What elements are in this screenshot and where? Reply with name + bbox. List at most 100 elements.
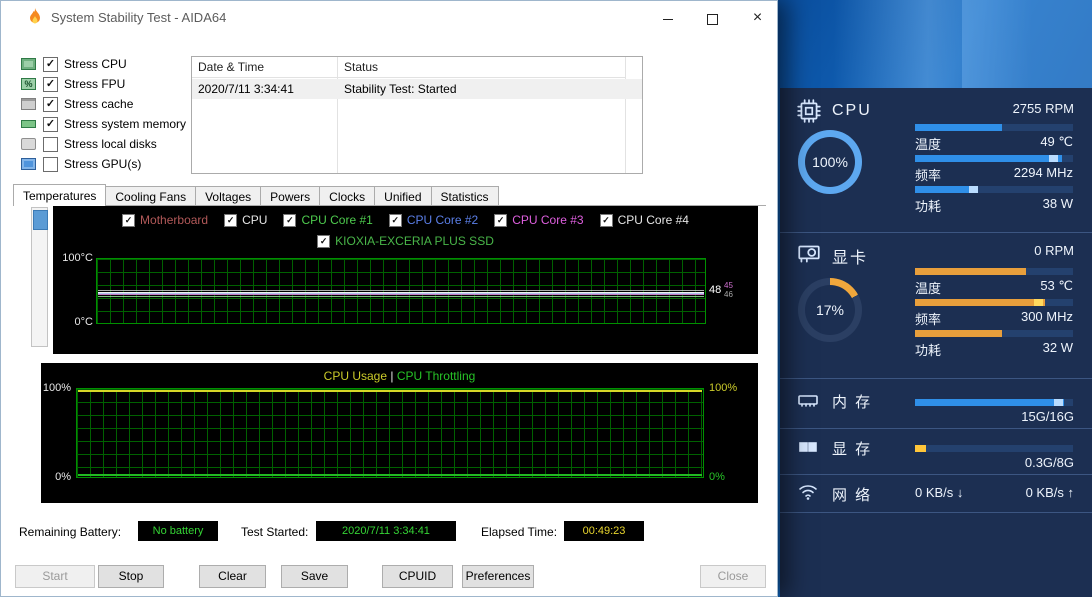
legend-label-ssd[interactable]: KIOXIA-EXCERIA PLUS SSD [335,234,494,248]
legend-label-core2[interactable]: CPU Core #2 [407,213,478,227]
close-window-button[interactable]: Close [700,565,766,588]
cpu-section-label: CPU [832,102,872,119]
cpu-freq-value: 2294 MHz [1013,165,1073,180]
usage-title-right: CPU Throttling [396,369,476,383]
cpu-power-label: 功耗 [915,199,942,214]
legend-label-cpu[interactable]: CPU [242,213,267,227]
temperature-legend-row2: ✓ KIOXIA-EXCERIA PLUS SSD [53,234,758,248]
preferences-button[interactable]: Preferences [462,565,534,588]
stress-cpu-label[interactable]: Stress CPU [64,57,127,71]
legend-label-core3[interactable]: CPU Core #3 [512,213,583,227]
temp-axis-max: 100°C [62,252,93,264]
fpu-stress-icon: % [21,78,36,90]
stress-disks-checkbox[interactable] [43,137,58,152]
usage-axis-max-left: 100% [42,382,71,394]
cpu-throttling-line [78,474,702,476]
gpu-temp-value: 53 ℃ [1040,278,1073,293]
gpu-usage-value: 17% [815,302,845,318]
legend-checkbox-ssd[interactable]: ✓ [317,234,331,248]
tab-cooling-fans[interactable]: Cooling Fans [105,186,197,206]
flame-app-icon [30,8,40,24]
memory-bar [915,399,1073,406]
column-header-datetime[interactable]: Date & Time [192,57,337,78]
cpu-chip-icon [797,99,821,123]
gpu-temp-label: 温度 [915,281,942,296]
tab-powers[interactable]: Powers [260,186,321,206]
usage-plot [76,388,704,478]
memory-icon [798,395,818,407]
cpu-freq-label: 频率 [915,168,942,183]
cpu-power-bar [915,186,1073,193]
legend-checkbox-core2[interactable]: ✓ [388,213,402,227]
gpu-card-icon [798,245,820,263]
tab-clocks[interactable]: Clocks [319,186,376,206]
save-button[interactable]: Save [281,565,348,588]
network-down-value: 0 KB/s ↓ [915,485,964,500]
vram-usage-value: 0.3G/8G [1024,455,1074,470]
legend-checkbox-core3[interactable]: ✓ [494,213,508,227]
gpu-temp-bar [915,268,1073,275]
cpu-temp-row: 温度 49 ℃ [915,134,1073,153]
cpu-temp-label: 温度 [915,137,942,152]
stress-fpu-label[interactable]: Stress FPU [64,77,125,91]
clear-button[interactable]: Clear [199,565,266,588]
legend-checkbox-motherboard[interactable]: ✓ [122,213,136,227]
legend-checkbox-core4[interactable]: ✓ [599,213,613,227]
gpu-stress-icon [21,158,36,170]
vram-section-label: 显 存 [832,441,873,458]
stress-cache-checkbox[interactable]: ✓ [43,97,58,112]
vram-icon [799,442,817,452]
gpu-freq-value: 300 MHz [1020,309,1073,324]
cpu-temp-value: 49 ℃ [1040,134,1073,149]
stress-cache-label[interactable]: Stress cache [64,97,133,111]
legend-label-core4[interactable]: CPU Core #4 [618,213,689,227]
cpuid-button[interactable]: CPUID [382,565,453,588]
chart-scrollbar-thumb[interactable] [33,210,48,230]
temp-axis-min: 0°C [74,316,93,328]
stress-memory-checkbox[interactable]: ✓ [43,117,58,132]
temp-trace [98,293,704,294]
legend-checkbox-cpu[interactable]: ✓ [224,213,238,227]
screen: CPU 2755 RPM 100% 温度 49 ℃ 频率 2294 MHz 功耗 [0,0,1092,597]
tab-temperatures[interactable]: Temperatures [13,184,107,206]
stop-button[interactable]: Stop [98,565,164,588]
cpu-usage-chart: CPU Usage | CPU Throttling 100% 0% 100% … [41,363,758,503]
gpu-freq-row: 频率 300 MHz [915,309,1073,328]
title-bar[interactable]: System Stability Test - AIDA64 × [1,1,777,35]
tab-strip: Temperatures Cooling Fans Voltages Power… [13,184,499,206]
tab-statistics[interactable]: Statistics [430,186,499,206]
stress-disks-label[interactable]: Stress local disks [64,137,157,151]
elapsed-value: 00:49:23 [564,521,644,541]
maximize-button[interactable] [690,1,735,35]
battery-value: No battery [138,521,218,541]
stress-fpu-checkbox[interactable]: ✓ [43,77,58,92]
stress-gpu-checkbox[interactable] [43,157,58,172]
tab-unified[interactable]: Unified [374,186,432,206]
temperature-plot [96,258,706,324]
legend-label-core1[interactable]: CPU Core #1 [301,213,372,227]
stress-cpu-checkbox[interactable]: ✓ [43,57,58,72]
minimize-button[interactable] [645,1,690,35]
cpu-usage-value: 100% [812,154,848,170]
close-button[interactable]: × [735,1,780,35]
gpu-fan-rpm: 0 RPM [1034,243,1074,258]
log-datetime: 2020/7/11 3:34:41 [198,82,294,96]
elapsed-label: Elapsed Time: [481,525,558,539]
stress-memory-label[interactable]: Stress system memory [64,117,186,131]
gpu-power-label: 功耗 [915,343,942,358]
gpu-section-label: 显卡 [832,250,869,267]
cpu-power-row: 功耗 38 W [915,196,1073,215]
tab-voltages[interactable]: Voltages [195,186,262,206]
legend-checkbox-core1[interactable]: ✓ [283,213,297,227]
column-header-status[interactable]: Status [338,57,626,78]
window-title: System Stability Test - AIDA64 [51,10,227,25]
legend-label-motherboard[interactable]: Motherboard [140,213,208,227]
usage-axis-max-right: 100% [709,382,738,394]
log-row[interactable]: 2020/7/11 3:34:41 Stability Test: Starte… [192,79,642,99]
temp-current-value: 48 [709,284,722,296]
cpu-fan-rpm: 2755 RPM [1012,101,1074,116]
stress-gpu-label[interactable]: Stress GPU(s) [64,157,141,171]
cpu-usage-gauge: 100% [798,130,862,194]
start-button[interactable]: Start [15,565,95,588]
chart-scrollbar[interactable] [31,207,48,347]
